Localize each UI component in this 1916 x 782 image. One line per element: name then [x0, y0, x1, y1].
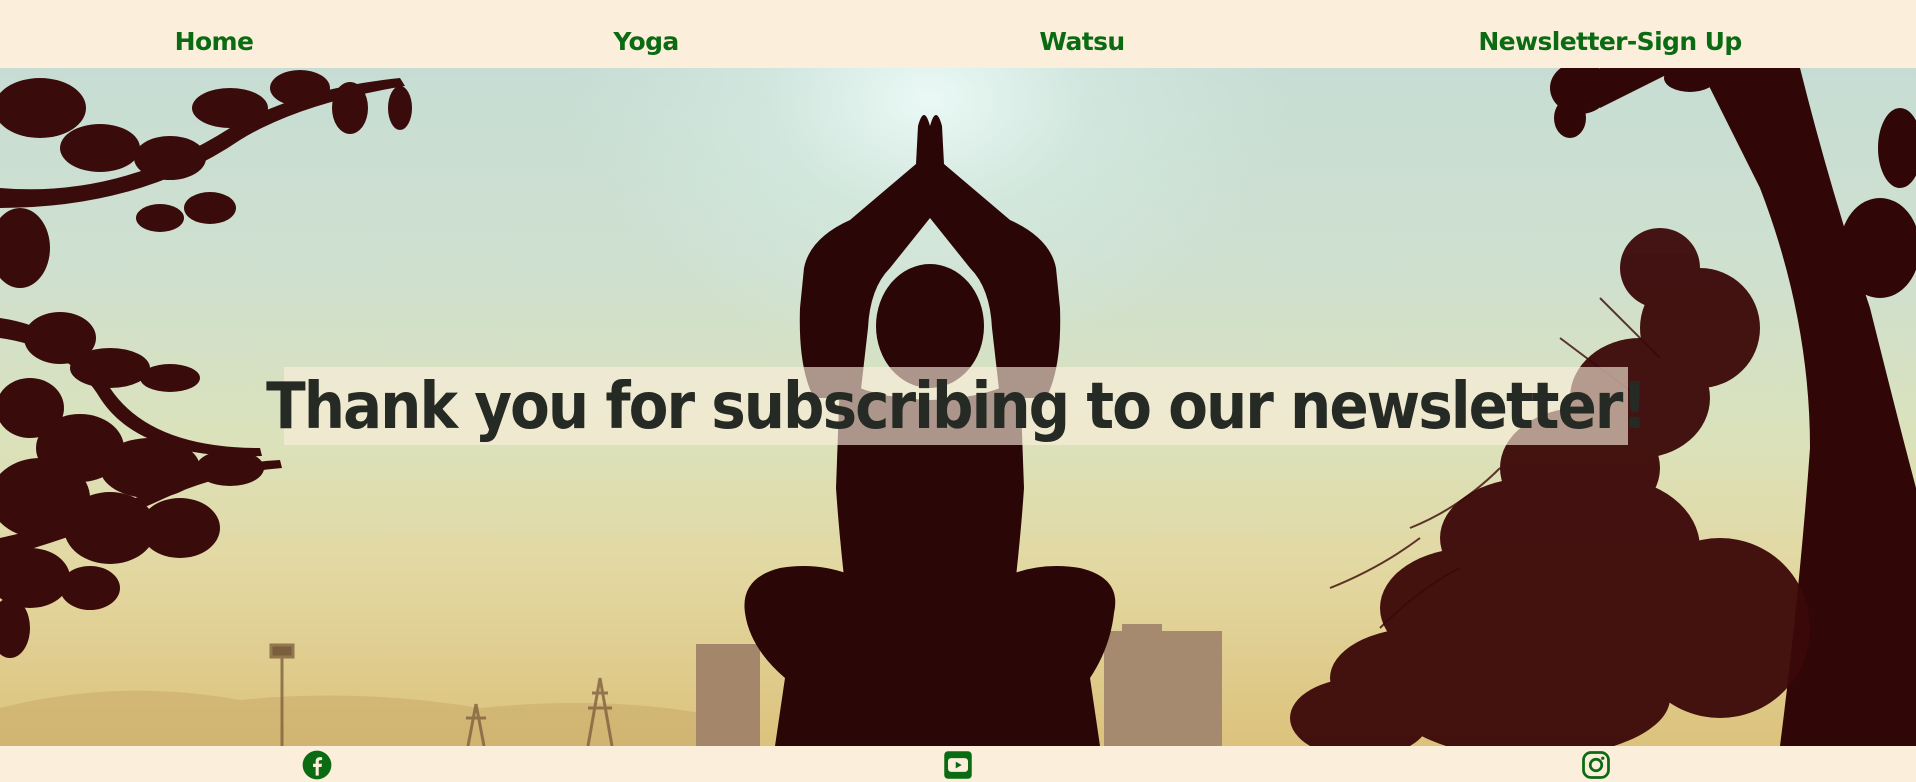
top-navigation: Home Yoga Watsu Newsletter-Sign Up	[0, 0, 1916, 68]
instagram-icon[interactable]	[1581, 750, 1611, 780]
confirmation-heading: Thank you for subscribing to our newslet…	[266, 368, 1648, 444]
nav-link-home[interactable]: Home	[175, 22, 254, 62]
facebook-icon[interactable]	[302, 750, 332, 780]
hero-image: Thank you for subscribing to our newslet…	[0, 68, 1916, 746]
nav-link-watsu[interactable]: Watsu	[1039, 22, 1125, 62]
confirmation-banner: Thank you for subscribing to our newslet…	[266, 367, 1648, 445]
page: Home Yoga Watsu Newsletter-Sign Up Thank…	[0, 0, 1916, 782]
nav-link-newsletter-signup[interactable]: Newsletter-Sign Up	[1478, 22, 1742, 62]
youtube-icon[interactable]	[943, 750, 973, 780]
footer	[0, 746, 1916, 782]
nav-link-yoga[interactable]: Yoga	[613, 22, 679, 62]
